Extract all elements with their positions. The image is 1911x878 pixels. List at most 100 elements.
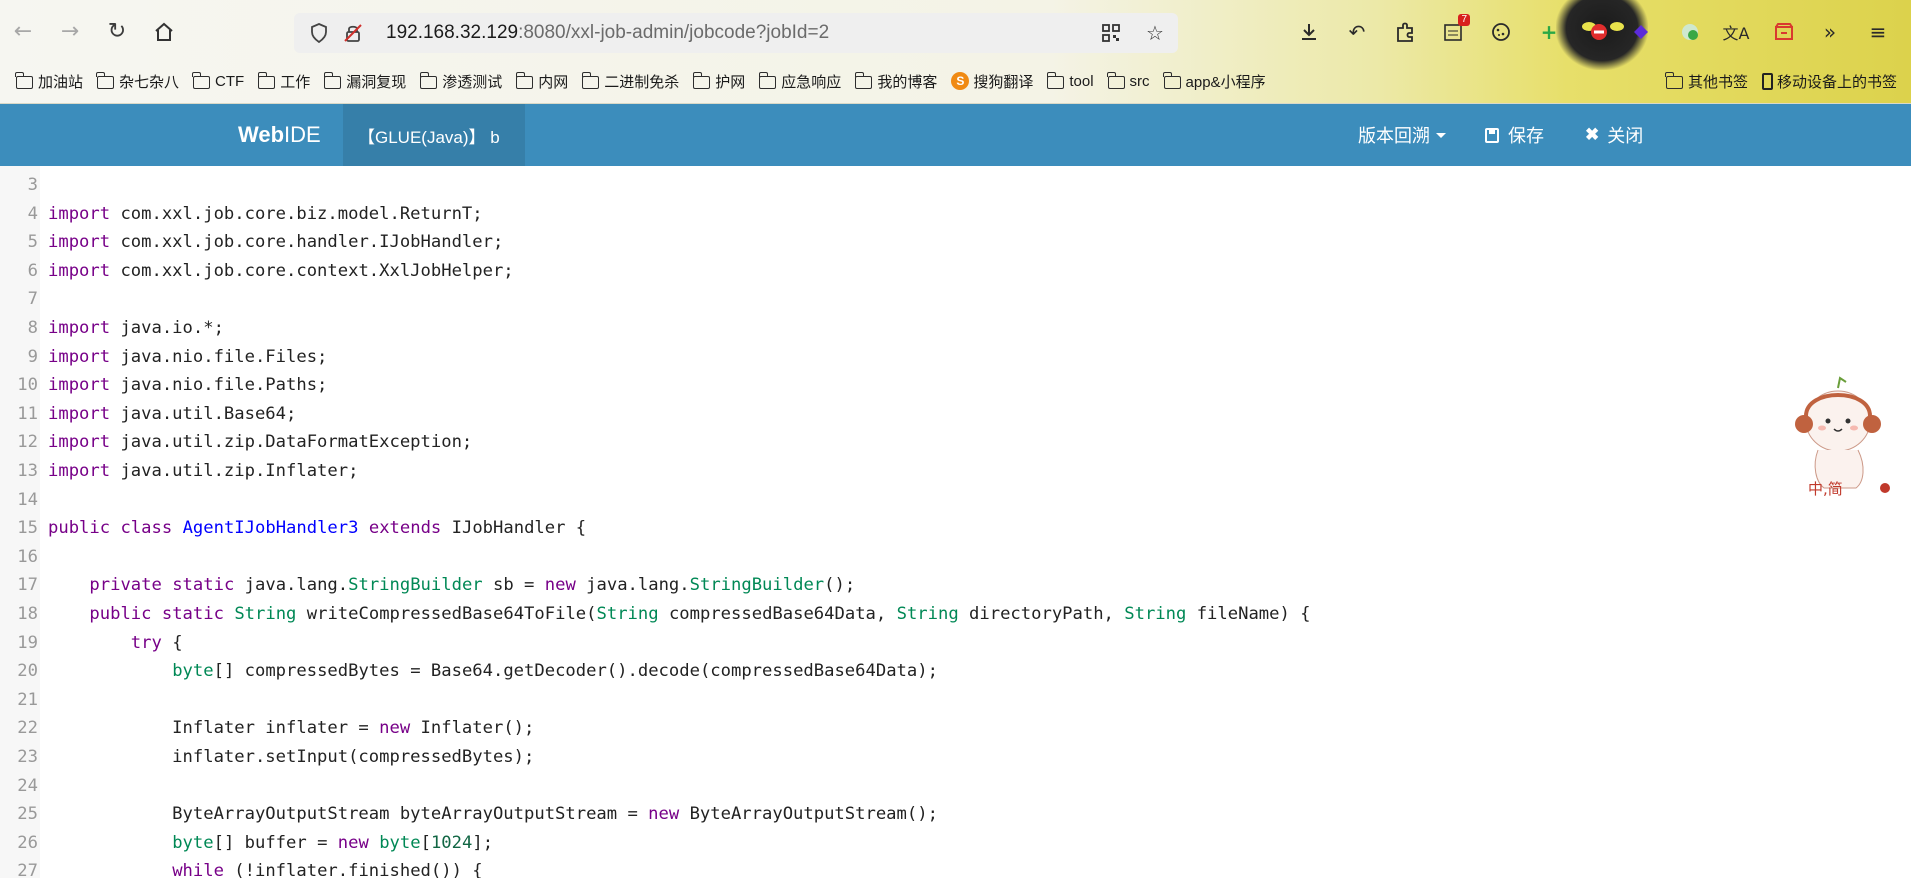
bookmarks-bar: 加油站 杂七杂八 CTF 工作 漏洞复现 渗透测试 内网 二进制免杀 护网 应急响应 我的博客 S 搜狗… xyxy=(15,68,1280,94)
bookmark-item[interactable]: CTF xyxy=(192,71,245,90)
overflow-chevron-icon[interactable]: » xyxy=(1816,18,1844,46)
code-line[interactable]: 13 import java.util.zip.Inflater; xyxy=(0,457,1911,486)
star-icon[interactable]: ☆ xyxy=(1142,20,1168,46)
menu-icon[interactable]: ≡ xyxy=(1864,18,1892,46)
line-number: 21 xyxy=(17,689,38,710)
shield-icon[interactable] xyxy=(306,20,332,46)
code-line[interactable]: 26 byte[] buffer = new byte[1024]; xyxy=(0,829,1911,858)
code-line[interactable]: 20 byte[] compressedBytes = Base64.getDe… xyxy=(0,657,1911,686)
webide-logo[interactable]: WebIDE xyxy=(238,122,321,148)
bookmark-label: tool xyxy=(1069,72,1094,90)
back-button[interactable]: ← xyxy=(8,17,38,47)
code-line[interactable]: 27 while (!inflater.finished()) { xyxy=(0,857,1911,878)
arrow-right-icon: → xyxy=(60,19,80,44)
home-icon xyxy=(155,22,173,41)
bookmark-item[interactable]: 加油站 xyxy=(15,71,84,92)
bookmark-item[interactable]: app&小程序 xyxy=(1162,71,1266,92)
close-button[interactable]: ✖ 关闭 xyxy=(1585,104,1643,166)
folder-icon xyxy=(323,71,342,89)
code-line[interactable]: 21 xyxy=(0,686,1911,715)
bookmark-item[interactable]: 我的博客 xyxy=(854,71,938,92)
code-text: import java.util.zip.Inflater; xyxy=(48,461,359,481)
code-line[interactable]: 7 xyxy=(0,285,1911,314)
code-line[interactable]: 3 xyxy=(0,171,1911,200)
code-line[interactable]: 22 Inflater inflater = new Inflater(); xyxy=(0,714,1911,743)
notification-badge: 7 xyxy=(1458,14,1470,26)
bookmark-label: 我的博客 xyxy=(877,73,938,91)
close-icon: ✖ xyxy=(1585,125,1600,144)
bookmark-label: 内网 xyxy=(538,73,569,91)
code-text: try { xyxy=(130,632,183,653)
line-number: 3 xyxy=(27,175,38,195)
code-editor[interactable]: 3 4 import com.xxl.job.core.biz.model.Retu… xyxy=(0,166,1911,878)
code-line[interactable]: 6 import com.xxl.job.core.context.XxlJobH… xyxy=(0,257,1911,286)
line-number: 7 xyxy=(27,289,38,310)
code-line[interactable]: 8 import java.io.*; xyxy=(0,314,1911,343)
block-extension-icon[interactable] xyxy=(1585,18,1613,46)
other-bookmarks[interactable]: 其他书签 xyxy=(1665,71,1748,92)
cookie-icon[interactable] xyxy=(1487,18,1515,46)
forward-button[interactable]: → xyxy=(55,17,85,47)
bookmark-item[interactable]: 内网 xyxy=(515,71,569,92)
code-line[interactable]: 16 xyxy=(0,543,1911,572)
code-line[interactable]: 18 public static String writeCompressedB… xyxy=(0,600,1911,629)
bookmark-label: 二进制免杀 xyxy=(604,73,680,91)
address-bar[interactable]: 192.168.32.129:8080/xxl-job-admin/jobcod… xyxy=(294,13,1178,53)
bookmark-item[interactable]: 工作 xyxy=(257,71,310,92)
code-line[interactable]: 15 public class AgentIJobHandler3 extends… xyxy=(0,514,1911,543)
code-line[interactable]: 10 import java.nio.file.Paths; xyxy=(0,371,1911,400)
mobile-bookmarks[interactable]: 移动设备上的书签 xyxy=(1761,71,1897,92)
code-line[interactable]: 24 xyxy=(0,772,1911,801)
code-line[interactable]: 23 inflater.setInput(compressedBytes); xyxy=(0,743,1911,772)
code-line[interactable]: 25 ByteArrayOutputStream byteArrayOutput… xyxy=(0,800,1911,829)
insecure-lock-icon[interactable] xyxy=(340,20,366,46)
code-text: public class AgentIJobHandler3 extends I… xyxy=(48,518,587,539)
save-icon xyxy=(1485,127,1499,143)
line-number: 5 xyxy=(27,232,38,253)
bookmark-item[interactable]: S 搜狗翻译 xyxy=(951,71,1033,92)
js-extension-icon[interactable] xyxy=(1676,18,1704,46)
browser-toolbar: ← → ↻ 192.168.32.129:8080/xxl-job-admin/… xyxy=(0,0,1911,104)
version-rollback-dropdown[interactable]: 版本回溯 xyxy=(1358,104,1446,166)
bookmark-item[interactable]: 护网 xyxy=(692,71,745,92)
code-line[interactable]: 5 import com.xxl.job.core.handler.IJobHan… xyxy=(0,228,1911,257)
code-line[interactable]: 12 import java.util.zip.DataFormatExcepti… xyxy=(0,428,1911,457)
diamond-extension-icon[interactable] xyxy=(1627,18,1655,46)
folder-icon xyxy=(257,71,276,89)
line-number: 12 xyxy=(17,432,38,453)
glue-java-tab[interactable]: 【GLUE(Java)】 b xyxy=(343,104,525,166)
bookmark-label: CTF xyxy=(215,72,245,90)
code-text: import com.xxl.job.core.context.XxlJobHe… xyxy=(48,260,514,281)
code-line[interactable]: 19 try { xyxy=(0,629,1911,658)
extensions-icon[interactable] xyxy=(1391,18,1419,46)
bookmark-item[interactable]: tool xyxy=(1046,71,1094,90)
line-number: 4 xyxy=(27,203,38,224)
code-line[interactable]: 4 import com.xxl.job.core.biz.model.Retur… xyxy=(0,200,1911,229)
shop-extension-icon[interactable] xyxy=(1770,18,1798,46)
webide-header: WebIDE 【GLUE(Java)】 b 版本回溯 保存 ✖ 关闭 xyxy=(0,104,1911,166)
code-line[interactable]: 14 xyxy=(0,486,1911,515)
folder-icon xyxy=(758,71,777,89)
bookmark-item[interactable]: 漏洞复现 xyxy=(323,71,406,92)
bookmark-label: 杂七杂八 xyxy=(119,73,180,91)
bookmark-item[interactable]: src xyxy=(1106,71,1150,90)
bookmark-item[interactable]: 二进制免杀 xyxy=(581,71,680,92)
folder-icon xyxy=(192,71,211,89)
download-icon[interactable] xyxy=(1295,18,1323,46)
home-button[interactable] xyxy=(149,17,179,47)
code-line[interactable]: 11 import java.util.Base64; xyxy=(0,400,1911,429)
reload-button[interactable]: ↻ xyxy=(102,17,132,47)
news-extension-icon[interactable]: 7 xyxy=(1439,14,1470,46)
bookmark-item[interactable]: 应急响应 xyxy=(758,71,841,92)
mobile-icon xyxy=(1761,72,1773,90)
bookmark-label: 加油站 xyxy=(38,73,84,91)
undo-icon[interactable]: ↶ xyxy=(1343,18,1371,46)
bookmark-item[interactable]: 渗透测试 xyxy=(419,71,502,92)
code-line[interactable]: 17 private static java.lang.StringBuilde… xyxy=(0,571,1911,600)
bookmark-item[interactable]: 杂七杂八 xyxy=(96,71,180,92)
translate-icon[interactable]: 文A xyxy=(1722,18,1750,46)
code-text: import com.xxl.job.core.biz.model.Return… xyxy=(48,203,483,224)
code-line[interactable]: 9 import java.nio.file.Files; xyxy=(0,343,1911,372)
qr-code-icon[interactable] xyxy=(1098,20,1124,46)
save-button[interactable]: 保存 xyxy=(1485,104,1544,166)
